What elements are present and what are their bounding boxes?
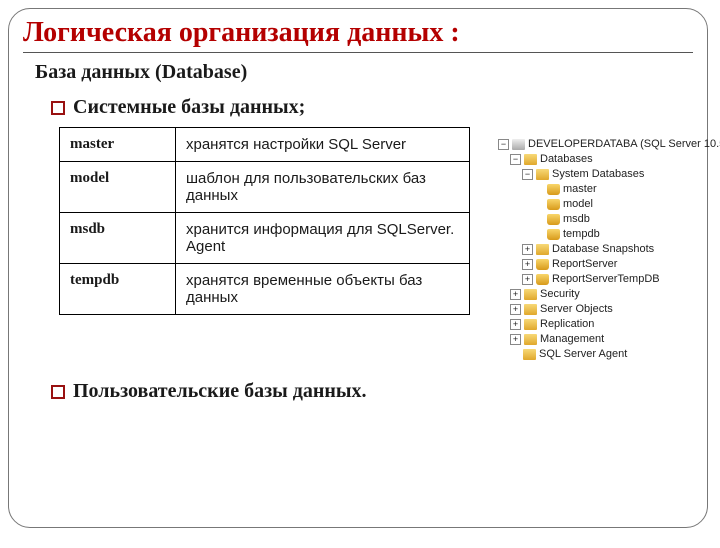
tree-label: Security <box>540 287 580 302</box>
folder-icon <box>524 289 537 300</box>
table-row: model шаблон для пользовательских баз да… <box>60 162 470 213</box>
tree-folder[interactable]: + Database Snapshots <box>498 242 693 257</box>
folder-icon <box>524 154 537 165</box>
db-name: master <box>60 128 176 162</box>
minus-icon[interactable]: − <box>498 139 509 150</box>
system-db-table: master хранятся настройки SQL Server mod… <box>59 127 470 315</box>
tree-label: model <box>563 197 593 212</box>
database-icon <box>547 199 560 210</box>
tree-label: msdb <box>563 212 590 227</box>
tree-sysdb-node[interactable]: − System Databases <box>498 167 693 182</box>
content-row: master хранятся настройки SQL Server mod… <box>59 127 693 362</box>
tree-label: SQL Server Agent <box>539 347 627 362</box>
plus-icon[interactable]: + <box>510 334 521 345</box>
minus-icon[interactable]: − <box>522 169 533 180</box>
database-icon <box>547 184 560 195</box>
db-desc: хранится информация для SQLServer. Agent <box>176 213 470 264</box>
tree-folder[interactable]: + ReportServerTempDB <box>498 272 693 287</box>
page-title: Логическая организация данных : <box>23 17 693 53</box>
db-desc: шаблон для пользовательских баз данных <box>176 162 470 213</box>
folder-icon <box>523 349 536 360</box>
plus-icon[interactable]: + <box>510 304 521 315</box>
db-desc: хранятся настройки SQL Server <box>176 128 470 162</box>
database-icon <box>536 274 549 285</box>
tree-label: Database Snapshots <box>552 242 654 257</box>
section1-label: Системные базы данных; <box>73 96 305 119</box>
plus-icon[interactable]: + <box>522 274 533 285</box>
tree-label: System Databases <box>552 167 644 182</box>
object-explorer-tree[interactable]: − DEVELOPERDATABA (SQL Server 10.5 − Dat… <box>498 127 693 362</box>
tree-label: master <box>563 182 597 197</box>
database-icon <box>547 214 560 225</box>
section-system-db: Системные базы данных; <box>51 96 693 119</box>
folder-icon <box>524 304 537 315</box>
tree-server-node[interactable]: − DEVELOPERDATABA (SQL Server 10.5 <box>498 137 693 152</box>
plus-icon[interactable]: + <box>510 319 521 330</box>
tree-db-item[interactable]: msdb <box>498 212 693 227</box>
db-desc: хранятся временные объекты баз данных <box>176 264 470 315</box>
tree-folder[interactable]: SQL Server Agent <box>498 347 693 362</box>
tree-db-item[interactable]: tempdb <box>498 227 693 242</box>
tree-label: Management <box>540 332 604 347</box>
folder-icon <box>536 244 549 255</box>
tree-label: ReportServerTempDB <box>552 272 660 287</box>
minus-icon[interactable]: − <box>510 154 521 165</box>
slide-frame: Логическая организация данных : База дан… <box>8 8 708 528</box>
section-user-db: Пользовательские базы данных. <box>51 380 693 403</box>
plus-icon[interactable]: + <box>522 244 533 255</box>
database-icon <box>536 259 549 270</box>
bullet-icon <box>51 385 65 399</box>
subtitle: База данных (Database) <box>35 61 693 84</box>
tree-folder[interactable]: + Security <box>498 287 693 302</box>
db-name: msdb <box>60 213 176 264</box>
bullet-icon <box>51 101 65 115</box>
tree-label: DEVELOPERDATABA (SQL Server 10.5 <box>528 137 720 152</box>
plus-icon[interactable]: + <box>510 289 521 300</box>
tree-folder[interactable]: + Replication <box>498 317 693 332</box>
tree-folder[interactable]: + Management <box>498 332 693 347</box>
db-name: model <box>60 162 176 213</box>
tree-db-item[interactable]: model <box>498 197 693 212</box>
tree-folder[interactable]: + Server Objects <box>498 302 693 317</box>
server-icon <box>512 139 525 150</box>
tree-label: Server Objects <box>540 302 613 317</box>
folder-icon <box>524 319 537 330</box>
tree-label: tempdb <box>563 227 600 242</box>
plus-icon[interactable]: + <box>522 259 533 270</box>
database-icon <box>547 229 560 240</box>
folder-icon <box>536 169 549 180</box>
tree-label: ReportServer <box>552 257 617 272</box>
tree-folder[interactable]: + ReportServer <box>498 257 693 272</box>
table-row: master хранятся настройки SQL Server <box>60 128 470 162</box>
table-row: msdb хранится информация для SQLServer. … <box>60 213 470 264</box>
section2-label: Пользовательские базы данных. <box>73 380 367 403</box>
tree-label: Replication <box>540 317 594 332</box>
tree-databases-node[interactable]: − Databases <box>498 152 693 167</box>
db-name: tempdb <box>60 264 176 315</box>
folder-icon <box>524 334 537 345</box>
tree-label: Databases <box>540 152 593 167</box>
tree-db-item[interactable]: master <box>498 182 693 197</box>
table-row: tempdb хранятся временные объекты баз да… <box>60 264 470 315</box>
